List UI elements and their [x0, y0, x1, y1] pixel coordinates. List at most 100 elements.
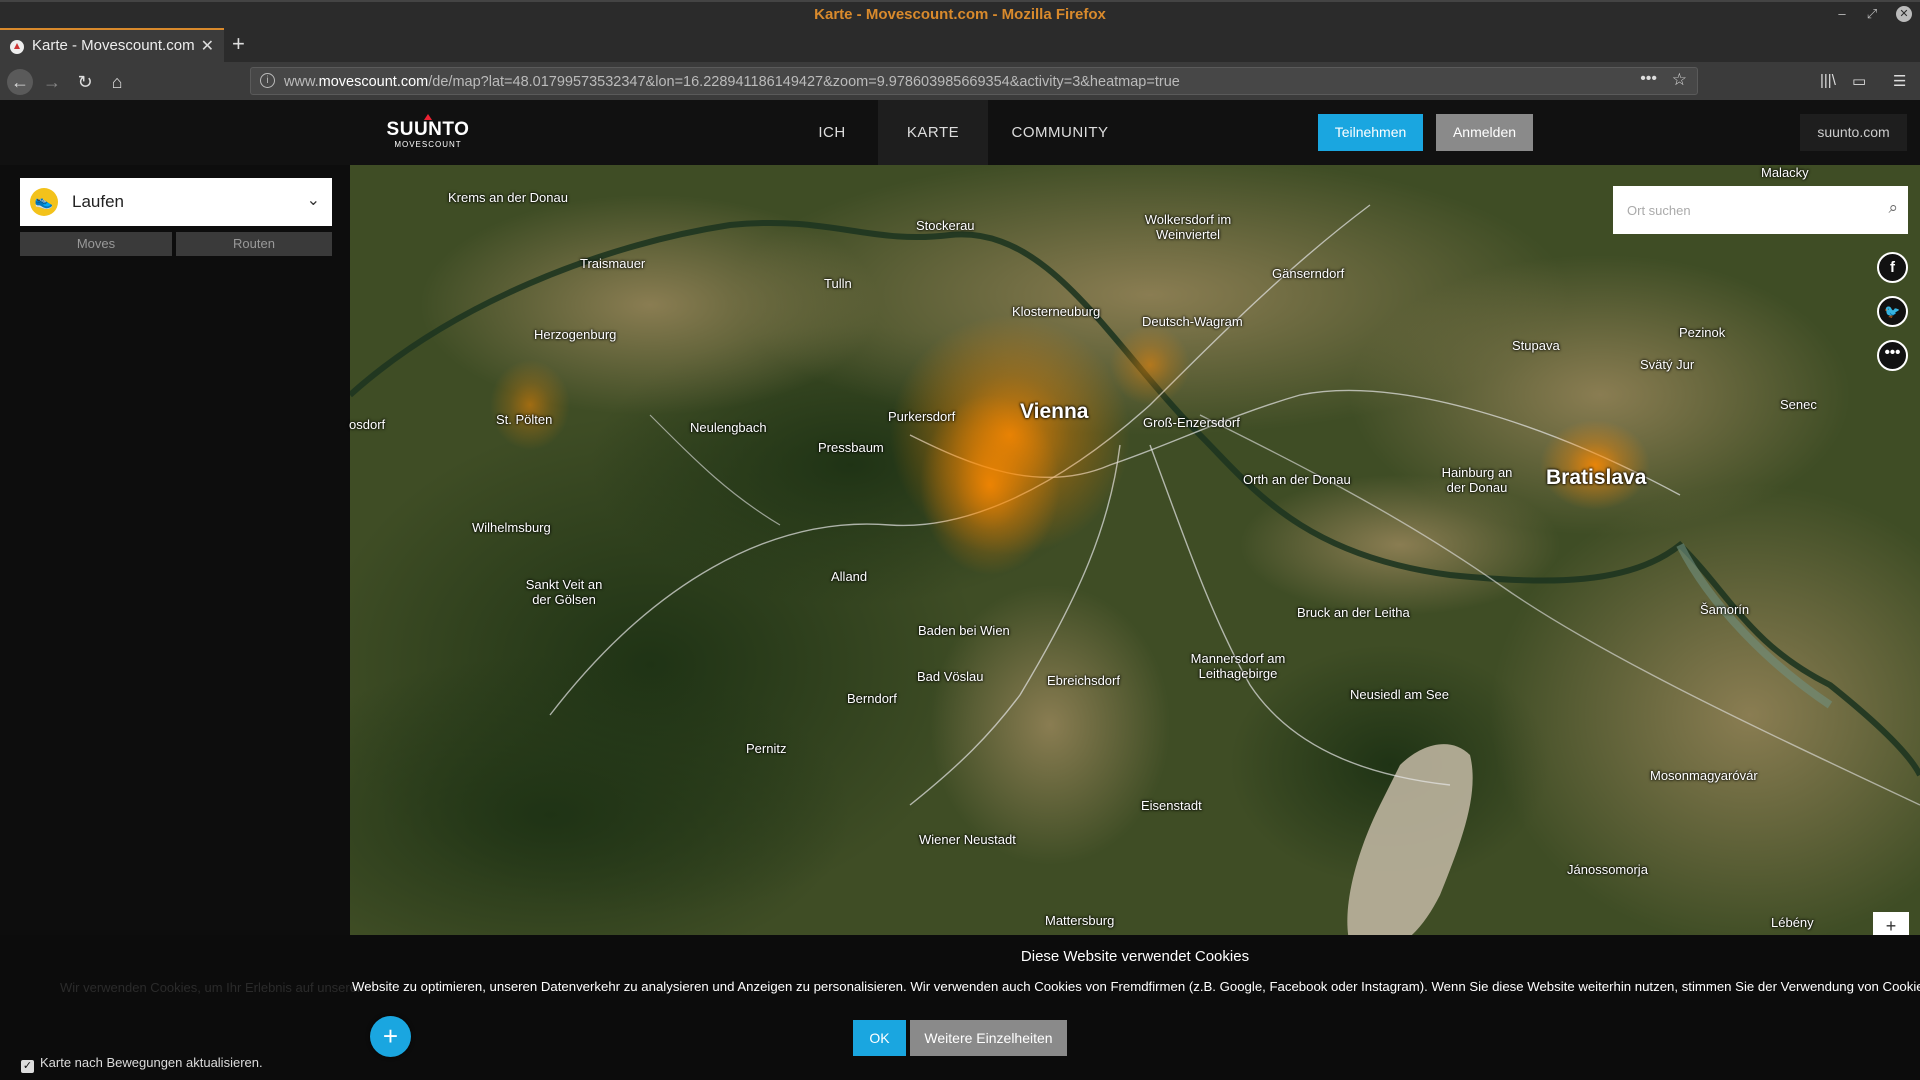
join-button[interactable]: Teilnehmen: [1318, 114, 1423, 151]
map-place-label: Stockerau: [916, 218, 975, 233]
nav-karte[interactable]: KARTE: [878, 100, 988, 165]
back-icon[interactable]: ←: [7, 69, 33, 95]
map-place-label: Bad Vöslau: [917, 669, 984, 684]
map-place-label: Sankt Veit an der Gölsen: [525, 577, 603, 607]
cookie-title: Diese Website verwendet Cookies: [1020, 948, 1250, 965]
tab-routen[interactable]: Routen: [176, 232, 332, 256]
browser-navbar: ← → ↻ ⌂ i www.movescount.com/de/map?lat=…: [0, 62, 1920, 100]
sidebar-toggle-icon[interactable]: ▭: [1852, 72, 1866, 90]
map-place-label: Neulengbach: [690, 420, 767, 435]
tab-bar: Karte - Movescount.com ✕ +: [0, 28, 1920, 62]
map-place-label: Gänserndorf: [1272, 266, 1345, 281]
search-icon[interactable]: ⌕: [1888, 198, 1898, 218]
map-place-label: Stupava: [1512, 338, 1560, 353]
browser-tab[interactable]: Karte - Movescount.com ✕: [0, 28, 224, 62]
map-place-label: Berndorf: [847, 691, 897, 706]
close-tab-icon[interactable]: ✕: [201, 36, 214, 56]
cookie-banner: Wir verwenden Cookies, um Ihr Erlebnis a…: [0, 935, 1920, 1080]
nav-ich[interactable]: ICH: [798, 100, 866, 165]
window-titlebar: Karte - Movescount.com - Mozilla Firefox…: [0, 0, 1920, 28]
map-place-label: Eisenstadt: [1141, 798, 1202, 813]
tab-title: Karte - Movescount.com: [32, 37, 195, 54]
map-place-label: Mosonmagyaróvár: [1650, 768, 1758, 783]
facebook-icon[interactable]: f: [1877, 252, 1908, 283]
map-place-label: Herzogenburg: [534, 327, 617, 342]
map-place-label: Mattersburg: [1045, 913, 1115, 928]
new-tab-icon[interactable]: +: [232, 31, 245, 57]
map[interactable]: [350, 165, 1920, 935]
close-window-icon[interactable]: ✕: [1896, 6, 1912, 22]
map-place-label: Hainburg an der Donau: [1441, 465, 1513, 495]
cookie-more-button[interactable]: Weitere Einzelheiten: [910, 1020, 1067, 1056]
map-place-label: Mannersdorf am Leithagebirge: [1190, 651, 1286, 681]
map-place-label: osdorf: [349, 417, 386, 432]
map-place-label: Klosterneuburg: [1012, 304, 1101, 319]
map-place-label: Baden bei Wien: [918, 623, 1010, 638]
checkbox-checked-icon[interactable]: ✓: [21, 1060, 34, 1073]
restore-icon[interactable]: ⤢: [1864, 6, 1880, 22]
activity-value: Laufen: [72, 192, 124, 211]
cookie-text: Website zu optimieren, unseren Datenverk…: [352, 979, 1920, 994]
twitter-icon[interactable]: 🐦: [1877, 296, 1908, 327]
auto-update-checkbox[interactable]: ✓ Karte nach Bewegungen aktualisieren.: [21, 1055, 263, 1073]
map-place-label: Wiener Neustadt: [919, 832, 1016, 847]
map-place-label: Wilhelmsburg: [472, 520, 551, 535]
map-place-label: Bruck an der Leitha: [1297, 605, 1410, 620]
more-icon[interactable]: •••: [1877, 340, 1908, 371]
satellite-map-image: [350, 165, 1920, 935]
forward-icon[interactable]: →: [39, 69, 65, 95]
minimize-icon[interactable]: –: [1834, 6, 1850, 22]
running-shoe-icon: 👟: [30, 188, 58, 216]
map-place-label: Tulln: [824, 276, 852, 291]
map-place-label: Vienna: [1020, 400, 1089, 423]
map-place-label: Lébény: [1771, 915, 1814, 930]
movescount-favicon-icon: [10, 40, 24, 54]
suunto-logo[interactable]: SUUNTO MOVESCOUNT: [386, 114, 470, 149]
map-place-label: Orth an der Donau: [1243, 472, 1351, 487]
menu-icon[interactable]: ☰: [1893, 72, 1906, 90]
nav-community[interactable]: COMMUNITY: [1000, 100, 1120, 165]
cookie-text-hidden-part: Wir verwenden Cookies, um Ihr Erlebnis a…: [60, 980, 362, 995]
place-search[interactable]: ⌕: [1613, 186, 1908, 234]
suunto-com-link[interactable]: suunto.com: [1800, 114, 1907, 151]
map-place-label: Svätý Jur: [1640, 357, 1695, 372]
map-place-label: Pernitz: [746, 741, 787, 756]
logo-brand: SUUNTO: [386, 119, 470, 140]
reload-icon[interactable]: ↻: [72, 69, 98, 95]
place-search-input[interactable]: [1627, 200, 1867, 220]
logo-subtitle: MOVESCOUNT: [394, 140, 462, 149]
map-place-label: Traismauer: [580, 256, 646, 271]
map-place-label: St. Pölten: [496, 412, 553, 427]
zoom-in-button[interactable]: +: [1873, 912, 1909, 936]
cookie-ok-button[interactable]: OK: [853, 1020, 906, 1056]
site-info-icon[interactable]: i: [260, 73, 275, 88]
home-icon[interactable]: ⌂: [104, 69, 130, 95]
activity-select[interactable]: 👟 Laufen ⌄: [20, 178, 332, 226]
url-bar[interactable]: i www.movescount.com/de/map?lat=48.01799…: [250, 67, 1698, 95]
plus-icon: +: [382, 1021, 399, 1051]
map-place-label: Neusiedl am See: [1350, 687, 1449, 702]
login-button[interactable]: Anmelden: [1436, 114, 1533, 151]
bookmark-star-icon[interactable]: ☆: [1672, 70, 1687, 90]
site-header: SUUNTO MOVESCOUNT ICH KARTE COMMUNITY Te…: [0, 100, 1920, 165]
map-place-label: Pezinok: [1679, 325, 1726, 340]
page-actions-icon[interactable]: •••: [1640, 70, 1657, 88]
map-place-label: Šamorín: [1700, 602, 1750, 617]
auto-update-label: Karte nach Bewegungen aktualisieren.: [40, 1055, 263, 1070]
map-place-label: Deutsch-Wagram: [1142, 314, 1243, 329]
map-place-label: Groß-Enzersdorf: [1143, 415, 1240, 430]
map-place-label: Wolkersdorf im Weinviertel: [1144, 212, 1232, 242]
map-place-label: Malacky: [1761, 165, 1809, 180]
map-place-label: Purkersdorf: [888, 409, 956, 424]
chevron-down-icon: ⌄: [306, 192, 320, 209]
map-place-label: Ebreichsdorf: [1047, 673, 1120, 688]
map-place-label: Pressbaum: [818, 440, 884, 455]
library-icon[interactable]: |||\: [1820, 72, 1836, 89]
map-place-label: Krems an der Donau: [448, 190, 568, 205]
tab-moves[interactable]: Moves: [20, 232, 172, 256]
map-place-label: Senec: [1780, 397, 1817, 412]
add-button[interactable]: +: [370, 1016, 411, 1057]
url-text[interactable]: www.movescount.com/de/map?lat=48.0179957…: [284, 74, 1180, 90]
map-place-label: Bratislava: [1546, 466, 1647, 489]
map-place-label: Jánossomorja: [1567, 862, 1648, 877]
